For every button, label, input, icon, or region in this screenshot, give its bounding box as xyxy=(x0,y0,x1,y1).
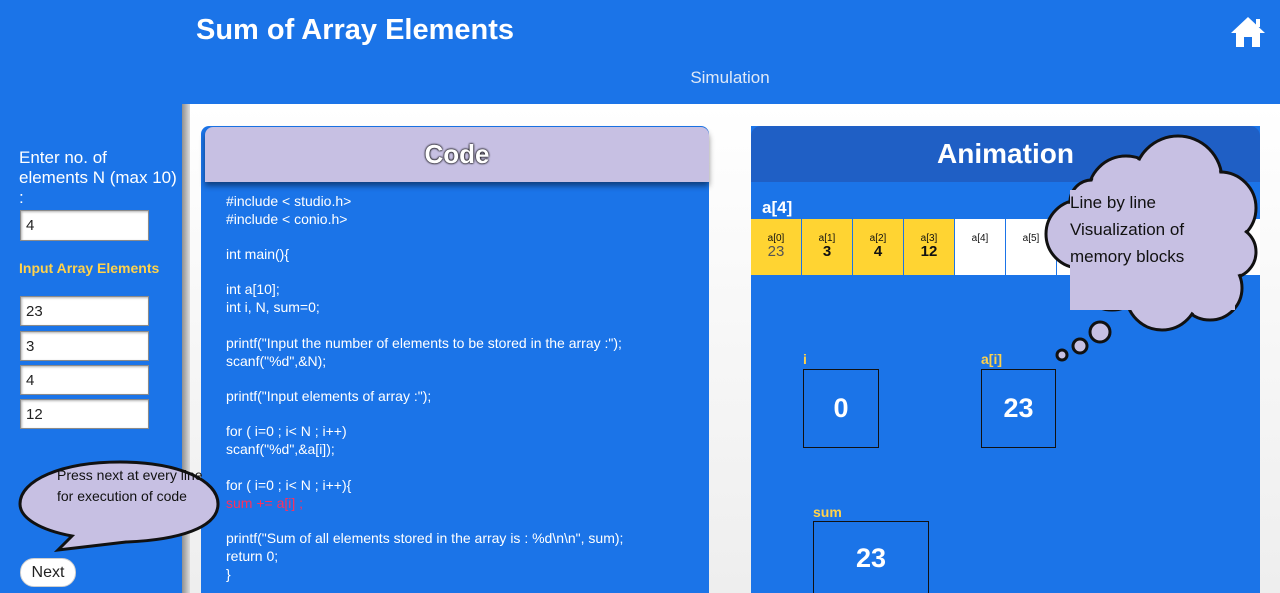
code-line: for ( i=0 ; i< N ; i++) xyxy=(226,423,347,439)
array-cell-value: 12 xyxy=(920,243,938,260)
array-cell: a[0] 23 xyxy=(751,219,802,275)
array-cell-value: 23 xyxy=(767,243,785,260)
array-cell: a[4] xyxy=(955,219,1006,275)
code-line: scanf("%d",&a[i]); xyxy=(226,441,335,457)
array-name: a[4] xyxy=(762,198,793,217)
array-element-input-0[interactable] xyxy=(20,296,149,326)
array-element-input-2[interactable] xyxy=(20,365,149,395)
header-bar: Sum of Array Elements Simulation xyxy=(0,0,1280,104)
hint-text: Press next at every line for execution o… xyxy=(57,467,203,504)
array-cell-value: 4 xyxy=(873,243,883,260)
var-sum-label: sum xyxy=(813,504,842,520)
array-cell-value: 3 xyxy=(822,243,832,260)
n-input-label: Enter no. of elements N (max 10) : xyxy=(19,148,177,207)
array-cell-index: a[4] xyxy=(971,233,989,244)
array-cell: a[2] 4 xyxy=(853,219,904,275)
array-element-input-1[interactable] xyxy=(20,331,149,361)
code-line: printf("Input the number of elements to … xyxy=(226,335,622,351)
n-input[interactable] xyxy=(20,210,149,241)
home-icon[interactable] xyxy=(1229,15,1267,49)
next-button[interactable]: Next xyxy=(20,558,76,587)
code-header: Code xyxy=(205,127,709,182)
var-i-label: i xyxy=(803,351,807,367)
bubble-line: Line by line xyxy=(1070,193,1157,212)
code-line: #include < studio.h> xyxy=(226,193,352,209)
bubble-line: Visualization of xyxy=(1070,220,1185,239)
var-ai-box: 23 xyxy=(981,369,1056,448)
bubble-line: memory blocks xyxy=(1070,247,1185,266)
array-cell: a[1] 3 xyxy=(802,219,853,275)
code-line: #include < conio.h> xyxy=(226,211,348,227)
code-line: int a[10]; xyxy=(226,281,280,297)
code-title: Code xyxy=(424,139,490,169)
code-line: return 0; xyxy=(226,548,279,564)
code-line: } xyxy=(226,566,231,582)
page-title: Sum of Array Elements xyxy=(196,14,515,46)
var-i-box: 0 xyxy=(803,369,879,448)
page-subtitle: Simulation xyxy=(690,68,770,87)
code-line: printf("Input elements of array :"); xyxy=(226,388,432,404)
array-element-input-3[interactable] xyxy=(20,399,149,429)
code-line: printf("Sum of all elements stored in th… xyxy=(226,530,624,546)
code-line: for ( i=0 ; i< N ; i++){ xyxy=(226,477,352,493)
code-line: scanf("%d",&N); xyxy=(226,353,327,369)
code-line: int main(){ xyxy=(226,246,290,262)
code-line: int i, N, sum=0; xyxy=(226,299,320,315)
var-ai-label: a[i] xyxy=(981,351,1002,367)
array-input-label: Input Array Elements xyxy=(19,260,160,276)
array-cell: a[3] 12 xyxy=(904,219,955,275)
code-line-highlighted: sum += a[i] ; xyxy=(226,495,304,511)
var-sum-box: 23 xyxy=(813,521,929,593)
